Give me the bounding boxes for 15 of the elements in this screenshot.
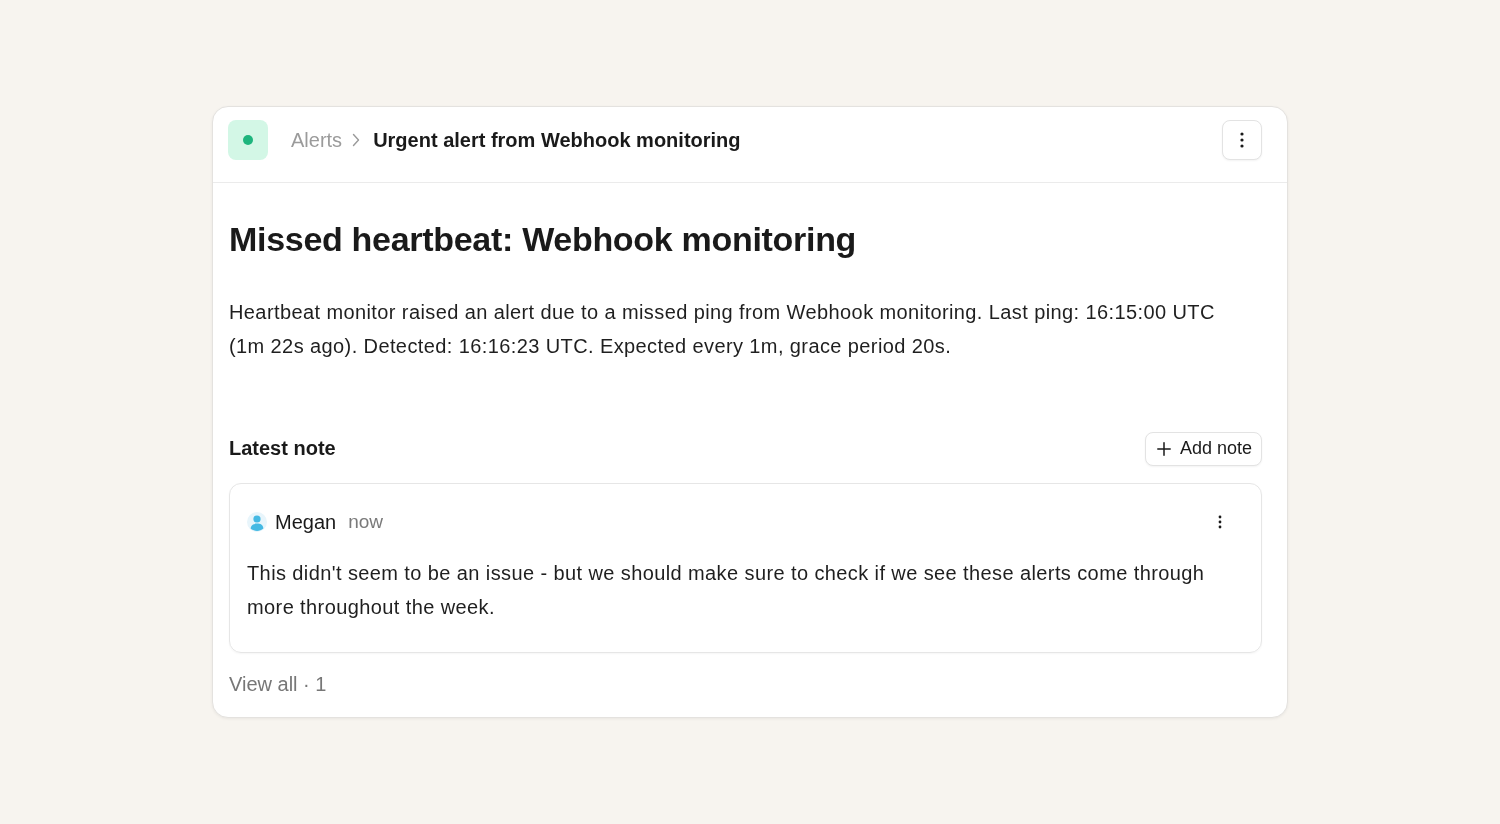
kebab-menu-icon xyxy=(1240,132,1244,148)
kebab-menu-icon xyxy=(1218,515,1222,529)
alert-title: Missed heartbeat: Webhook monitoring xyxy=(229,219,858,259)
add-note-button[interactable]: Add note xyxy=(1144,431,1262,466)
breadcrumb-link[interactable]: Alerts xyxy=(291,127,343,153)
breadcrumb-current: Urgent alert from Webhook monitoring xyxy=(373,128,741,153)
note-time: now xyxy=(348,511,383,533)
section-heading: Latest note xyxy=(229,437,336,460)
alert-description: Heartbeat monitor raised an alert due to a missed ping from Webhook monitoring. Last ping: 16:15:00 UTC (1m 22s ago). Detected: 16:16:23 UTC. Expected every 1m, grace period 20s. xyxy=(229,300,1216,359)
note-author: Megan xyxy=(275,510,337,534)
note-text: This didn't seem to be an issue - but we should make sure to check if we see these alerts come through more throughout the week. xyxy=(247,561,1206,620)
view-all-link[interactable]: View all · 1 xyxy=(229,669,327,699)
plus-icon xyxy=(1156,441,1171,456)
user-avatar-icon xyxy=(247,512,267,532)
chevron-right-icon xyxy=(352,133,361,147)
